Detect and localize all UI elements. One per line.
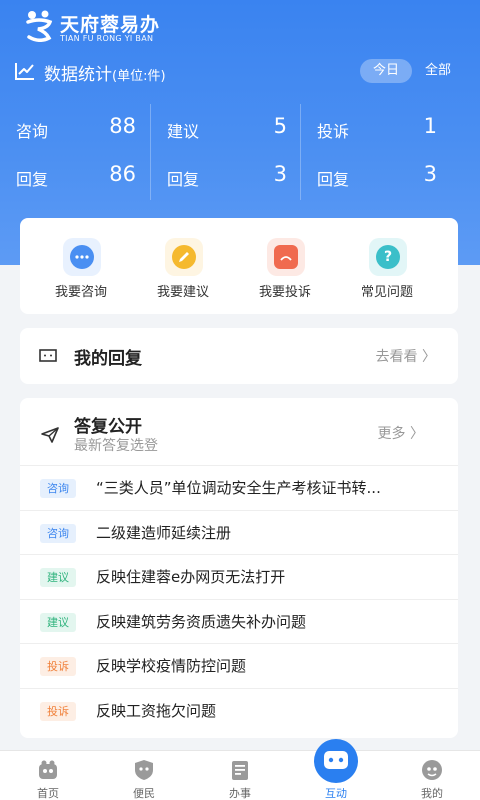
line-chart-icon [15,63,34,80]
my-reply-card[interactable]: 我的回复 去看看 〉 [20,328,458,384]
tab-affairs[interactable]: 办事 [192,751,288,800]
tab-label: 办事 [229,787,251,800]
user-icon [422,760,442,780]
list-item[interactable]: 咨询 “三类人员”单位调动安全生产考核证书转... [20,465,458,510]
interact-icon [314,739,358,783]
stat-value: 5 [273,114,287,138]
question-icon: ? [369,238,407,276]
more-link[interactable]: 更多 〉 [378,423,424,443]
answer-list: 咨询 “三类人员”单位调动安全生产考核证书转... 咨询 二级建造师延续注册 建议 反映住… [20,465,458,732]
stat-value: 3 [423,162,437,186]
my-reply-title: 我的回复 [74,349,142,369]
tab-home[interactable]: 首页 [0,751,96,800]
complaint-bubble-icon [267,238,305,276]
stat-row: 回复 86 [0,152,150,200]
quick-actions-card: 我要咨询 我要建议 我要投诉 ? 常见问题 [20,218,458,314]
list-item[interactable]: 建议 反映住建蓉e办网页无法打开 [20,554,458,599]
stats-unit: (单位:件) [112,69,166,84]
stat-label: 回复 [167,170,200,189]
category-tag: 咨询 [40,523,76,543]
list-item[interactable]: 咨询 二级建造师延续注册 [20,509,458,555]
stat-row: 投诉 1 [301,104,451,152]
panda-logo-icon [26,10,53,42]
public-answers-title: 答复公开 [74,417,142,437]
category-tag: 投诉 [40,657,76,676]
send-icon [41,427,59,443]
category-tag: 建议 [40,568,76,587]
app-title: 天府蓉易办 [60,14,161,36]
item-title: 反映工资拖欠问题 [96,701,217,720]
message-icon [39,349,57,362]
stats-title-text: 数据统计 [44,65,112,85]
category-tag: 投诉 [40,701,76,721]
go-view-link[interactable]: 去看看 〉 [376,346,436,366]
category-tag: 咨询 [40,479,76,498]
item-title: 反映建筑劳务资质遗失补办问题 [96,612,307,631]
stat-column-suggest: 建议 5 回复 3 [150,104,300,200]
stat-row: 咨询 88 [0,104,150,152]
app-subtitle: TIAN FU RONG YI BAN [60,34,154,43]
stat-row: 回复 3 [151,152,301,200]
stat-label: 投诉 [317,122,350,141]
stat-value: 86 [109,162,136,186]
action-faq-button[interactable]: ? 常见问题 [337,218,437,314]
stat-value: 88 [109,114,136,138]
bottom-tab-bar: 首页 便民 办事 互动 我的 [0,739,480,800]
tab-interact[interactable]: 互动 [288,739,384,800]
stat-value: 1 [423,114,437,138]
stat-label: 回复 [16,170,49,189]
period-all-button[interactable]: 全部 [418,59,458,83]
stats-title: 数据统计(单位:件) [44,60,166,85]
action-suggest-button[interactable]: 我要建议 [133,218,233,314]
item-title: 反映学校疫情防控问题 [96,657,247,675]
tab-label: 首页 [37,787,59,800]
shield-icon [135,760,153,780]
public-answers-card: 答复公开 最新答复选登 更多 〉 咨询 “三类人员”单位调动安全生产考核证书转..… [20,398,458,738]
list-item[interactable]: 投诉 反映工资拖欠问题 [20,687,458,733]
public-answers-subtitle: 最新答复选登 [74,438,158,454]
document-icon [232,761,248,780]
tab-label: 我的 [421,787,443,800]
chat-bubble-icon [63,238,101,276]
stats-grid: 咨询 88 回复 86 建议 5 回复 3 投诉 1 回复 3 [0,104,480,200]
tab-mine[interactable]: 我的 [384,751,480,800]
stats-title-row: 数据统计(单位:件) 今日 全部 [14,59,466,85]
tab-convenience[interactable]: 便民 [96,751,192,800]
period-today-button[interactable]: 今日 [360,59,412,83]
stat-label: 建议 [167,122,200,141]
app-logo: 天府蓉易办 TIAN FU RONG YI BAN [24,8,184,44]
stat-value: 3 [273,162,287,186]
action-label: 常见问题 [360,285,413,300]
list-item[interactable]: 建议 反映建筑劳务资质遗失补办问题 [20,598,458,644]
stat-label: 咨询 [16,122,49,141]
category-tag: 建议 [40,612,76,632]
item-title: “三类人员”单位调动安全生产考核证书转... [96,479,381,497]
item-title: 反映住建蓉e办网页无法打开 [96,568,286,586]
action-label: 我要咨询 [54,285,107,300]
action-complain-button[interactable]: 我要投诉 [235,218,335,314]
tab-label: 便民 [133,787,155,800]
action-label: 我要投诉 [258,285,311,300]
stat-column-complain: 投诉 1 回复 3 [300,104,450,200]
action-consult-button[interactable]: 我要咨询 [31,218,131,314]
tab-label: 互动 [325,787,347,800]
item-title: 二级建造师延续注册 [96,523,232,542]
stat-row: 回复 3 [301,152,451,200]
list-item[interactable]: 投诉 反映学校疫情防控问题 [20,643,458,688]
stat-label: 回复 [317,170,350,189]
stat-column-consult: 咨询 88 回复 86 [0,104,150,200]
home-icon [39,760,57,779]
stat-row: 建议 5 [151,104,301,152]
pencil-icon [165,238,203,276]
action-label: 我要建议 [156,285,209,300]
